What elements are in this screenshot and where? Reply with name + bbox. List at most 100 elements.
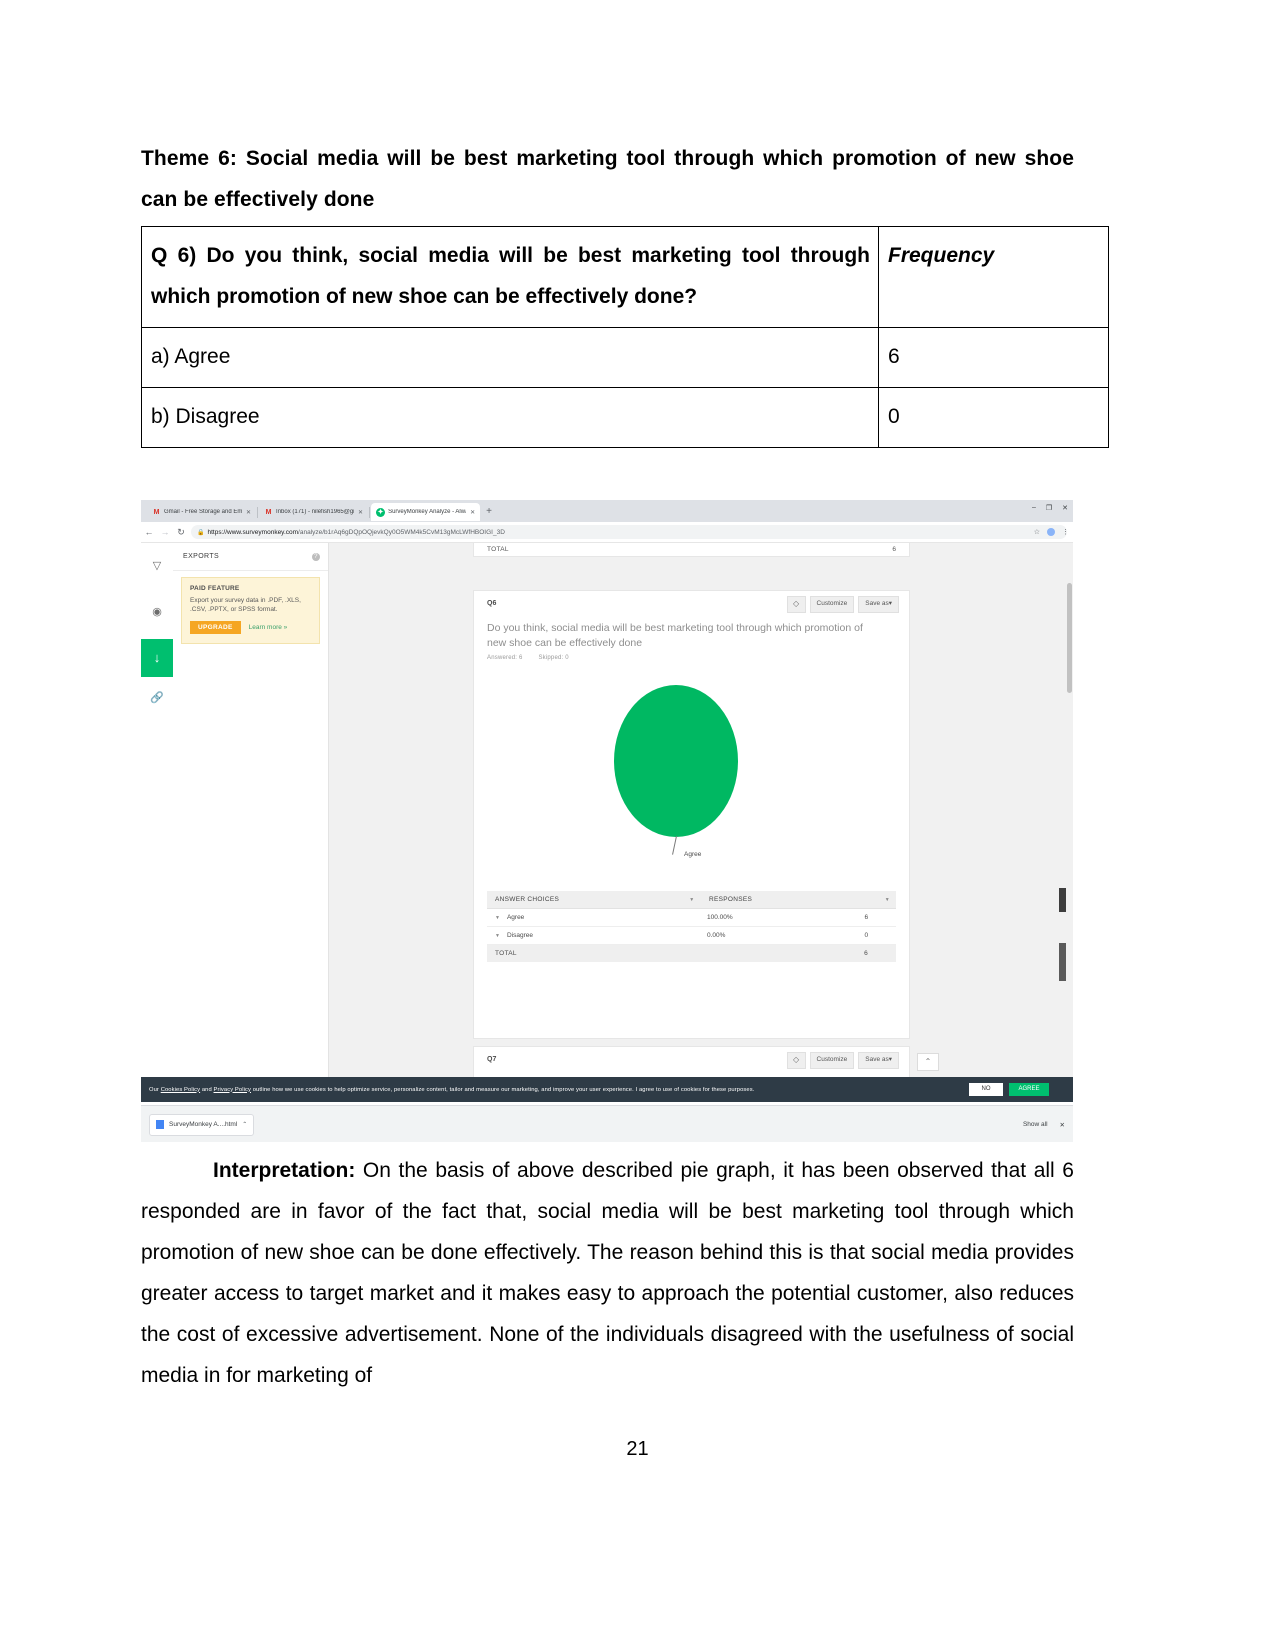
table-row: a) Agree 6 — [141, 327, 1109, 388]
privacy-policy-link[interactable]: Privacy Policy — [214, 1087, 251, 1093]
address-bar[interactable]: 🔒 https://www.surveymonkey.com/analyze/b… — [191, 525, 1067, 539]
forward-icon[interactable]: → — [157, 527, 173, 537]
table-row: ▼ Agree 100.00% 6 — [487, 909, 896, 927]
close-icon[interactable]: ✕ — [246, 509, 251, 516]
url-path: /analyze/b1rAq6gDQpOQjevkQy0O5WM4k5CvM13… — [298, 528, 505, 536]
prev-total-label: TOTAL — [487, 546, 509, 553]
skipped-count: Skipped: 0 — [538, 655, 569, 661]
tab-divider — [257, 506, 259, 518]
maximize-button[interactable]: ❐ — [1046, 504, 1052, 512]
paid-feature-title: PAID FEATURE — [190, 585, 240, 592]
cookies-policy-link[interactable]: Cookies Policy — [161, 1087, 200, 1093]
exports-header: EXPORTS ? — [173, 543, 328, 571]
download-file-name: SurveyMonkey A....html — [169, 1121, 238, 1128]
download-shelf: SurveyMonkey A....html ⌃ Show all ✕ — [141, 1105, 1073, 1142]
learn-more-link[interactable]: Learn more » — [249, 624, 288, 631]
answer-table-header: ANSWER CHOICES ▼ RESPONSES ▼ — [487, 891, 896, 909]
cookie-banner-actions: NO AGREE — [969, 1083, 1049, 1096]
avatar[interactable] — [1047, 528, 1055, 536]
paid-feature-actions: UPGRADE Learn more » — [190, 621, 311, 634]
q6-question-title: Do you think, social media will be best … — [487, 622, 863, 649]
answer-count: 0 — [864, 932, 869, 939]
cookie-no-button[interactable]: NO — [969, 1083, 1003, 1096]
answered-count: Answered: 6 — [487, 655, 523, 661]
total-label: TOTAL — [495, 950, 517, 957]
link-icon[interactable]: 🔗 — [150, 691, 164, 705]
cookie-agree-button[interactable]: AGREE — [1009, 1083, 1049, 1096]
vertical-scrollbar[interactable] — [1066, 543, 1073, 1099]
tab-title: SurveyMonkey Analyze - Alwaid — [388, 509, 467, 515]
answer-choice-cell: ▼ Disagree — [487, 932, 687, 939]
option-value: 6 — [878, 327, 1109, 388]
chevron-down-icon[interactable]: ▼ — [495, 915, 500, 921]
exports-panel: EXPORTS ? PAID FEATURE Export your surve… — [173, 543, 329, 1099]
pie-leader-line — [672, 835, 677, 855]
browser-tab-surveymonkey[interactable]: ✦ SurveyMonkey Analyze - Alwaid ✕ — [371, 503, 481, 521]
download-item[interactable]: SurveyMonkey A....html ⌃ — [149, 1113, 255, 1136]
bookmark-star-icon[interactable]: ☆ — [1034, 528, 1040, 536]
help-icon[interactable]: ? — [312, 552, 320, 561]
new-tab-button[interactable]: + — [486, 507, 492, 517]
interpretation-paragraph: Interpretation: On the basis of above de… — [141, 1150, 1074, 1396]
document-page: Theme 6: Social media will be best marke… — [0, 0, 1275, 1650]
answer-table-total-row: TOTAL 6 — [487, 945, 896, 962]
left-icon-rail: ▽ ◉ ↓ 🔗 — [141, 543, 174, 1099]
exports-title: EXPORTS — [183, 553, 220, 560]
window-controls: – ❐ ✕ — [1032, 504, 1068, 512]
chart-type-icon[interactable]: ◇ — [786, 1052, 806, 1069]
reload-icon[interactable]: ↻ — [173, 527, 189, 538]
customize-button[interactable]: Customize — [809, 596, 855, 613]
scroll-to-top-button[interactable]: ⌃ — [917, 1053, 939, 1071]
tab-title: Gmail - Free Storage and Email f — [164, 509, 242, 515]
browser-tab-gmail-2[interactable]: M Inbox (171) - nilefish1965@gma ✕ — [259, 503, 368, 521]
page-viewport: ▽ ◉ ↓ 🔗 EXPORTS ? PAID FEATURE Export yo… — [141, 543, 1073, 1099]
browser-toolbar: ← → ↻ 🔒 https://www.surveymonkey.com/ana… — [141, 522, 1073, 543]
close-icon[interactable]: ✕ — [358, 509, 363, 516]
show-all-downloads-link[interactable]: Show all — [1023, 1121, 1048, 1128]
save-as-button[interactable]: Save as▾ — [858, 1052, 899, 1069]
table-header-row: Q 6) Do you think, social media will be … — [141, 226, 1109, 328]
url-host: https://www.surveymonkey.com — [207, 528, 299, 536]
close-window-button[interactable]: ✕ — [1062, 504, 1068, 512]
save-as-button[interactable]: Save as▾ — [858, 596, 899, 613]
cookie-banner-text: Our Cookies Policy and Privacy Policy ou… — [149, 1086, 969, 1094]
table-row: ▼ Disagree 0.00% 0 — [487, 927, 896, 945]
cookie-text-start: Our — [149, 1086, 161, 1093]
paid-feature-card: PAID FEATURE Export your survey data in … — [181, 577, 320, 644]
filter-icon[interactable]: ▽ — [150, 559, 164, 573]
chart-type-icon[interactable]: ◇ — [786, 596, 806, 613]
analyze-canvas: TOTAL 6 Q6 ◇ Customize Save as▾ Do you t… — [329, 543, 1073, 1099]
col-header-responses: RESPONSES — [708, 896, 753, 903]
answer-choice-label: Disagree — [506, 932, 533, 939]
close-shelf-icon[interactable]: ✕ — [1060, 1121, 1065, 1129]
cookie-text-end: outline how we use cookies to help optim… — [251, 1086, 755, 1093]
sort-icon-responses[interactable]: ▼ — [878, 897, 896, 903]
question-header-cell: Q 6) Do you think, social media will be … — [141, 226, 879, 328]
previous-question-card: TOTAL 6 — [473, 543, 910, 557]
browser-tab-gmail-1[interactable]: M Gmail - Free Storage and Email f ✕ — [147, 503, 256, 521]
scrollbar-thumb[interactable] — [1067, 583, 1072, 693]
frequency-table: Q 6) Do you think, social media will be … — [141, 226, 1109, 448]
page-number: 21 — [626, 1438, 649, 1460]
question-card-q6: Q6 ◇ Customize Save as▾ Do you think, so… — [473, 590, 910, 1039]
embedded-browser-screenshot: M Gmail - Free Storage and Email f ✕ M I… — [141, 500, 1073, 1142]
chevron-down-icon[interactable]: ▼ — [495, 933, 500, 939]
upgrade-button[interactable]: UPGRADE — [190, 621, 241, 634]
browser-titlebar: M Gmail - Free Storage and Email f ✕ M I… — [141, 500, 1073, 522]
tab-divider — [369, 506, 371, 518]
chevron-up-icon[interactable]: ⌃ — [242, 1121, 247, 1128]
download-icon[interactable]: ↓ — [141, 639, 173, 677]
html-file-icon — [156, 1120, 164, 1129]
frequency-header-cell: Frequency — [878, 226, 1109, 328]
q7-card-header: Q7 ◇ Customize Save as▾ — [474, 1047, 909, 1073]
sort-icon-choices[interactable]: ▼ — [689, 897, 703, 903]
menu-icon[interactable]: ⋮ — [1062, 528, 1069, 536]
customize-button[interactable]: Customize — [809, 1052, 855, 1069]
close-icon[interactable]: ✕ — [470, 509, 475, 516]
back-icon[interactable]: ← — [141, 527, 157, 537]
view-icon[interactable]: ◉ — [150, 605, 164, 619]
toolbar-icons: ☆ ⋮ — [1034, 528, 1069, 536]
answer-choice-cell: ▼ Agree — [487, 914, 687, 921]
total-value: 6 — [864, 950, 869, 957]
minimize-button[interactable]: – — [1032, 504, 1036, 512]
